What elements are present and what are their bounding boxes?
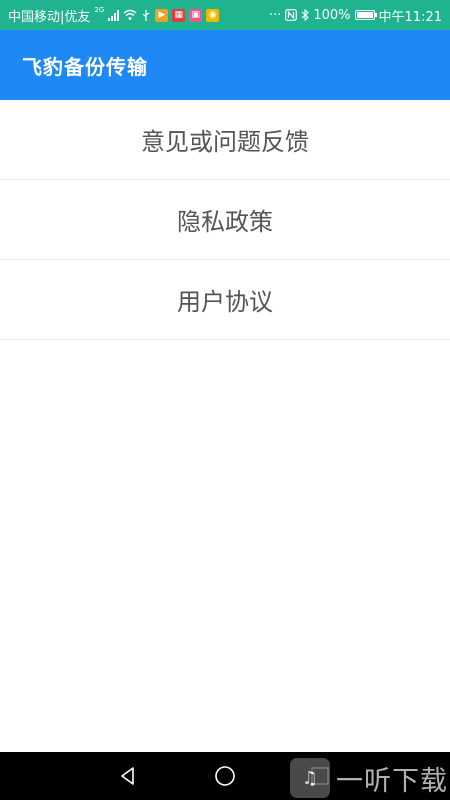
watermark-text: 一听下载 xyxy=(336,765,448,797)
usb-icon xyxy=(142,9,150,21)
menu-item-feedback[interactable]: 意见或问题反馈 xyxy=(0,100,450,180)
screen: 中国移动|优友 2G ▶ ▦ ▣ ◉ ··· 100% 中午11:21 飞豹备份… xyxy=(0,0,450,800)
weibo-app-icon: ◉ xyxy=(206,8,220,22)
carrier-text: 中国移动|优友 xyxy=(8,9,91,25)
app-title: 飞豹备份传输 xyxy=(22,54,148,79)
bluetooth-icon xyxy=(301,9,310,21)
status-right: ··· 100% 中午11:21 xyxy=(269,6,442,25)
menu-item-label: 隐私政策 xyxy=(177,208,273,236)
clock-time: 中午11:21 xyxy=(378,9,442,25)
wifi-icon xyxy=(123,9,137,20)
play-app-icon: ▶ xyxy=(155,8,169,22)
back-button[interactable] xyxy=(108,752,148,800)
battery-percent: 100% xyxy=(313,7,351,23)
signal-icon xyxy=(108,9,120,21)
photo-app-icon: ▣ xyxy=(189,8,203,22)
settings-menu-list: 意见或问题反馈 隐私政策 用户协议 xyxy=(0,100,450,340)
music-note-logo-icon: ♫ xyxy=(290,758,330,798)
menu-item-privacy-policy[interactable]: 隐私政策 xyxy=(0,180,450,260)
watermark: ♫ 一听下载 xyxy=(290,758,450,798)
app-bar: 飞豹备份传输 xyxy=(0,30,450,100)
back-triangle-icon xyxy=(121,767,134,785)
menu-item-label: 意见或问题反馈 xyxy=(141,128,309,156)
calendar-app-icon: ▦ xyxy=(172,8,186,22)
status-bar: 中国移动|优友 2G ▶ ▦ ▣ ◉ ··· 100% 中午11:21 xyxy=(0,0,450,30)
menu-item-label: 用户协议 xyxy=(177,288,273,316)
nfc-icon xyxy=(285,9,298,21)
more-notifications: ··· xyxy=(268,7,282,23)
home-circle-icon xyxy=(215,766,235,786)
battery-icon xyxy=(354,10,377,20)
home-button[interactable] xyxy=(205,752,245,800)
menu-item-user-agreement[interactable]: 用户协议 xyxy=(0,260,450,340)
network-badge: 2G xyxy=(94,6,105,14)
status-left: 中国移动|优友 2G ▶ ▦ ▣ ◉ xyxy=(8,6,220,25)
